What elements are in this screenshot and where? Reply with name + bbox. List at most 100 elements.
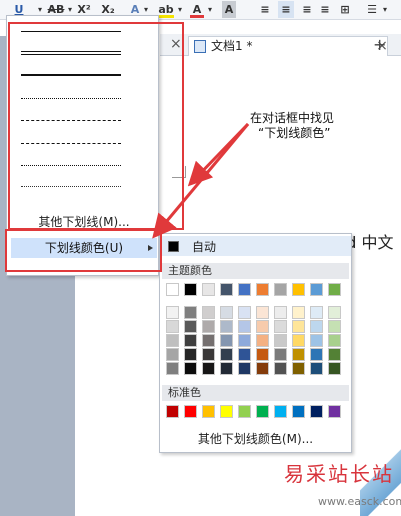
- line-spacing-dropdown-icon[interactable]: ▾: [381, 1, 389, 18]
- document-icon: [194, 40, 206, 53]
- theme-shade-swatch[interactable]: [184, 362, 197, 375]
- auto-color-option[interactable]: 自动: [160, 236, 351, 256]
- font-color-button[interactable]: A: [190, 1, 204, 18]
- theme-shade-swatch[interactable]: [220, 306, 233, 319]
- theme-shade-swatch[interactable]: [310, 306, 323, 319]
- theme-color-swatch[interactable]: [238, 283, 251, 296]
- line-spacing-icon[interactable]: ☰: [365, 1, 379, 18]
- theme-color-swatch[interactable]: [256, 283, 269, 296]
- theme-shade-swatch[interactable]: [274, 334, 287, 347]
- theme-shade-swatch[interactable]: [328, 362, 341, 375]
- theme-colors-heading: 主题颜色: [162, 263, 349, 279]
- theme-shade-swatch[interactable]: [166, 348, 179, 361]
- theme-shade-swatch[interactable]: [238, 348, 251, 361]
- theme-shade-swatch[interactable]: [238, 320, 251, 333]
- annotation-line1: 在对话框中找见: [250, 111, 335, 125]
- theme-shade-swatch[interactable]: [274, 306, 287, 319]
- theme-shade-swatch[interactable]: [310, 320, 323, 333]
- theme-shade-swatch[interactable]: [328, 306, 341, 319]
- watermark-title: 易采站长站: [284, 462, 394, 486]
- theme-shade-swatch[interactable]: [310, 334, 323, 347]
- standard-color-swatch[interactable]: [238, 405, 251, 418]
- theme-shade-swatch[interactable]: [310, 348, 323, 361]
- annotation-text: 在对话框中找见 “下划线颜色”: [250, 111, 400, 141]
- new-tab-icon[interactable]: +: [373, 35, 386, 54]
- document-tabbar: 文档1 * ×: [160, 34, 401, 56]
- theme-shade-swatch[interactable]: [292, 362, 305, 375]
- theme-shade-swatch[interactable]: [202, 348, 215, 361]
- highlight-button[interactable]: ab: [158, 1, 174, 18]
- standard-color-swatch[interactable]: [166, 405, 179, 418]
- theme-shade-swatch[interactable]: [220, 362, 233, 375]
- theme-shade-swatch[interactable]: [256, 334, 269, 347]
- theme-shade-swatch[interactable]: [274, 348, 287, 361]
- theme-shade-swatch[interactable]: [256, 306, 269, 319]
- annotation-line2: “下划线颜色”: [258, 126, 331, 140]
- theme-shade-swatch[interactable]: [202, 334, 215, 347]
- theme-shade-swatch[interactable]: [184, 306, 197, 319]
- distributed-icon[interactable]: ⊞: [337, 1, 353, 18]
- theme-shade-swatch[interactable]: [220, 334, 233, 347]
- highlight-dropdown-icon[interactable]: ▾: [176, 1, 184, 18]
- theme-shade-swatch[interactable]: [184, 320, 197, 333]
- theme-shade-swatch[interactable]: [292, 306, 305, 319]
- align-right-icon[interactable]: ≡: [300, 1, 314, 18]
- theme-color-swatch[interactable]: [220, 283, 233, 296]
- highlight-box-underline-styles: [8, 22, 184, 230]
- standard-color-swatch[interactable]: [256, 405, 269, 418]
- standard-color-swatch[interactable]: [292, 405, 305, 418]
- standard-color-swatch[interactable]: [220, 405, 233, 418]
- align-center-icon[interactable]: ≡: [278, 1, 294, 18]
- tab-document1[interactable]: 文档1 * ×: [188, 36, 388, 56]
- theme-color-swatch[interactable]: [328, 283, 341, 296]
- align-left-icon[interactable]: ≡: [258, 1, 272, 18]
- theme-color-swatch[interactable]: [166, 283, 179, 296]
- theme-shade-swatch[interactable]: [166, 320, 179, 333]
- theme-shade-swatch[interactable]: [256, 362, 269, 375]
- theme-shade-swatch[interactable]: [202, 306, 215, 319]
- theme-shade-swatch[interactable]: [220, 348, 233, 361]
- theme-shade-swatch[interactable]: [166, 334, 179, 347]
- auto-color-swatch: [168, 241, 179, 252]
- watermark-url: www.easck.com: [318, 495, 401, 508]
- theme-color-swatch[interactable]: [274, 283, 287, 296]
- theme-shade-swatch[interactable]: [292, 348, 305, 361]
- standard-color-swatch[interactable]: [202, 405, 215, 418]
- theme-shade-swatch[interactable]: [238, 306, 251, 319]
- theme-shade-swatch[interactable]: [184, 334, 197, 347]
- underline-color-panel: 自动 主题颜色 标准色 其他下划线颜色(M)...: [159, 233, 352, 453]
- auto-color-label: 自动: [192, 240, 217, 254]
- justify-icon[interactable]: ≡: [318, 1, 332, 18]
- theme-color-swatch[interactable]: [202, 283, 215, 296]
- theme-shade-swatch[interactable]: [202, 320, 215, 333]
- theme-shade-swatch[interactable]: [274, 362, 287, 375]
- standard-color-swatch[interactable]: [184, 405, 197, 418]
- theme-shade-swatch[interactable]: [292, 334, 305, 347]
- theme-shade-swatch[interactable]: [256, 348, 269, 361]
- theme-shade-swatch[interactable]: [238, 334, 251, 347]
- theme-shade-swatch[interactable]: [328, 320, 341, 333]
- standard-color-swatch[interactable]: [310, 405, 323, 418]
- font-color-dropdown-icon[interactable]: ▾: [206, 1, 214, 18]
- theme-shade-swatch[interactable]: [292, 320, 305, 333]
- theme-color-swatch[interactable]: [310, 283, 323, 296]
- theme-shade-swatch[interactable]: [238, 362, 251, 375]
- theme-shade-swatch[interactable]: [166, 306, 179, 319]
- theme-shade-swatch[interactable]: [256, 320, 269, 333]
- theme-shade-swatch[interactable]: [220, 320, 233, 333]
- theme-shade-swatch[interactable]: [202, 362, 215, 375]
- theme-shade-swatch[interactable]: [184, 348, 197, 361]
- theme-shade-swatch[interactable]: [274, 320, 287, 333]
- char-shading-button[interactable]: A: [222, 1, 236, 18]
- theme-shade-swatch[interactable]: [166, 362, 179, 375]
- standard-colors-heading: 标准色: [162, 385, 349, 401]
- theme-shade-swatch[interactable]: [328, 334, 341, 347]
- standard-color-swatch[interactable]: [274, 405, 287, 418]
- highlight-box-underline-color: [5, 229, 162, 272]
- more-underline-colors-item[interactable]: 其他下划线颜色(M)...: [160, 430, 351, 448]
- theme-shade-swatch[interactable]: [328, 348, 341, 361]
- theme-shade-swatch[interactable]: [310, 362, 323, 375]
- standard-color-swatch[interactable]: [328, 405, 341, 418]
- theme-color-swatch[interactable]: [184, 283, 197, 296]
- theme-color-swatch[interactable]: [292, 283, 305, 296]
